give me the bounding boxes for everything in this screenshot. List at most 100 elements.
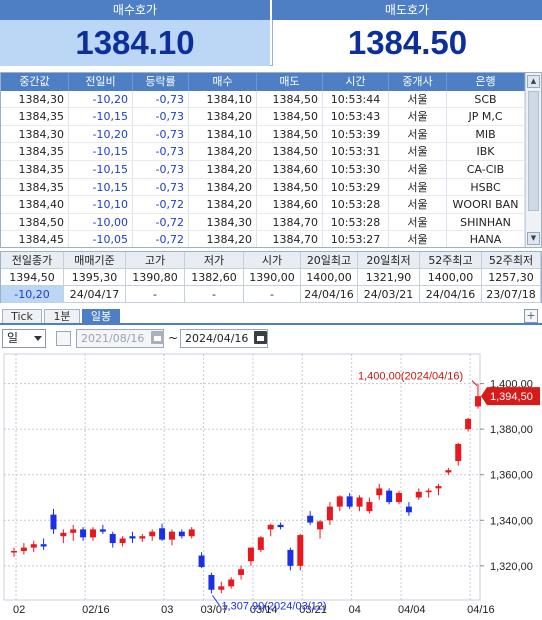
candle-body[interactable] [70,529,77,533]
y-tick-label: 1,340,00 [490,515,533,527]
candle-body[interactable] [356,497,363,507]
candle-body[interactable] [336,496,343,507]
table-row[interactable]: 1384,40 -10,10 -0,72 1384,20 1384,60 10:53:28… [1,196,525,214]
candle-body[interactable] [326,506,333,521]
col-header[interactable]: 전일비 [69,73,133,91]
table-cell: 서울 [389,125,447,143]
col-header[interactable]: 매도 [257,73,323,91]
candle-body[interactable] [415,491,422,498]
table-row[interactable]: 1384,30 -10,20 -0,73 1384,10 1384,50 10:53:39… [1,125,525,144]
candle-body[interactable] [435,486,442,489]
candle-body[interactable] [366,502,373,512]
tab-daily[interactable]: 일봉 [82,309,120,323]
table-row[interactable]: 1384,30 -10,20 -0,73 1384,10 1384,50 10:53:44… [1,90,525,109]
table-row[interactable]: 1384,35 -10,15 -0,73 1384,20 1384,50 10:53:31… [1,143,525,161]
candle-body[interactable] [455,443,462,462]
candle-body[interactable] [238,569,245,575]
summary-cell: 1400,00 [301,269,358,286]
candle-body[interactable] [287,549,294,566]
table-cell: 1384,30 [1,125,69,143]
candle-body[interactable] [376,488,383,496]
calendar-icon[interactable] [151,331,164,344]
date-range-checkbox[interactable] [56,331,71,346]
table-row[interactable]: 1384,35 -10,15 -0,73 1384,20 1384,60 10:53:30… [1,161,525,179]
candle-body[interactable] [267,524,274,530]
candle-body[interactable] [198,555,205,567]
add-icon[interactable]: + [524,309,538,323]
summary-table: 전일종가 매매기준 고가 저가 시가 20일최고 20일최저 52주최고 52주최저 1394,… [0,251,542,303]
candle-body[interactable] [20,547,27,552]
candle-body[interactable] [50,514,57,530]
candle-body[interactable] [168,531,175,540]
candle-body[interactable] [60,532,67,537]
table-row[interactable]: 1384,35 -10,15 -0,73 1384,20 1384,50 10:53:43… [1,108,525,126]
candlestick-chart[interactable]: 1,320,00 1,340,00 1,360,00 1,380,00 1,400,00… [0,350,542,620]
candle-body[interactable] [99,529,106,532]
price-chart[interactable]: 1,320,00 1,340,00 1,360,00 1,380,00 1,400,00… [0,350,542,620]
summary-cell: - [185,286,244,303]
col-header[interactable]: 은행 [447,73,525,91]
table-cell: 10:53:27 [323,231,389,247]
candle-body[interactable] [247,547,254,562]
x-tick-label: 04/16 [467,604,495,616]
candle-body[interactable] [396,492,403,503]
candle-body[interactable] [218,586,225,590]
table-cell: 서울 [389,143,447,160]
candle-body[interactable] [277,524,284,528]
table-cell: 서울 [389,196,447,213]
table-cell: 1384,70 [257,213,323,231]
candle-body[interactable] [307,515,314,523]
candle-body[interactable] [445,470,452,473]
candle-body[interactable] [89,529,96,538]
candle-body[interactable] [188,529,195,537]
x-tick-label: 02 [13,604,25,616]
col-header[interactable]: 중간값 [1,73,69,91]
x-tick-label: 04 [349,604,361,616]
candle-body[interactable] [228,579,235,587]
candle-body[interactable] [317,521,324,530]
trade-scrollbar[interactable]: ▲ ▼ [525,73,541,247]
scroll-down-icon[interactable]: ▼ [527,232,540,245]
candle-body[interactable] [109,533,116,544]
candle-body[interactable] [129,536,136,539]
table-cell: -10,15 [69,161,133,178]
table-cell: 서울 [389,161,447,178]
table-cell: 1384,50 [1,213,69,231]
candle-body[interactable] [80,529,87,538]
scroll-up-icon[interactable]: ▲ [527,75,540,88]
candle-body[interactable] [208,574,215,590]
scroll-thumb[interactable] [528,91,539,211]
table-cell: 1384,50 [257,178,323,196]
table-cell: MIB [447,125,525,143]
table-row[interactable]: 1384,35 -10,15 -0,73 1384,20 1384,50 10:53:29… [1,178,525,197]
candle-body[interactable] [465,418,472,430]
col-header[interactable]: 시간 [323,73,389,91]
candle-body[interactable] [11,551,17,553]
tab-1min[interactable]: 1분 [44,309,80,323]
table-row[interactable]: 1384,45 -10,05 -0,72 1384,20 1384,70 10:53:27… [1,231,525,247]
calendar-icon[interactable] [254,331,267,344]
candle-body[interactable] [346,496,353,507]
tab-tick[interactable]: Tick [2,309,42,323]
candle-body[interactable] [386,490,393,503]
candle-body[interactable] [425,490,432,493]
candle-body[interactable] [149,531,156,537]
candle-body[interactable] [159,528,166,540]
candle-body[interactable] [297,535,304,566]
col-header[interactable]: 중개사 [389,73,447,91]
col-header[interactable]: 매수 [189,73,257,91]
candle-body[interactable] [119,538,126,544]
candle-body[interactable] [30,544,37,548]
x-tick-label: 03 [161,604,173,616]
candle-body[interactable] [40,544,47,547]
candle-body[interactable] [405,506,412,513]
candle-body[interactable] [178,531,185,537]
candle-body[interactable] [139,536,146,539]
table-cell: 서울 [389,108,447,125]
col-header[interactable]: 등락률 [133,73,189,91]
candle-body[interactable] [257,537,264,550]
candle-body[interactable] [475,396,481,407]
period-select[interactable]: 일 [2,329,46,348]
table-row[interactable]: 1384,50 -10,00 -0,72 1384,30 1384,70 10:53:28… [1,213,525,232]
x-tick-label: 04/04 [398,604,426,616]
